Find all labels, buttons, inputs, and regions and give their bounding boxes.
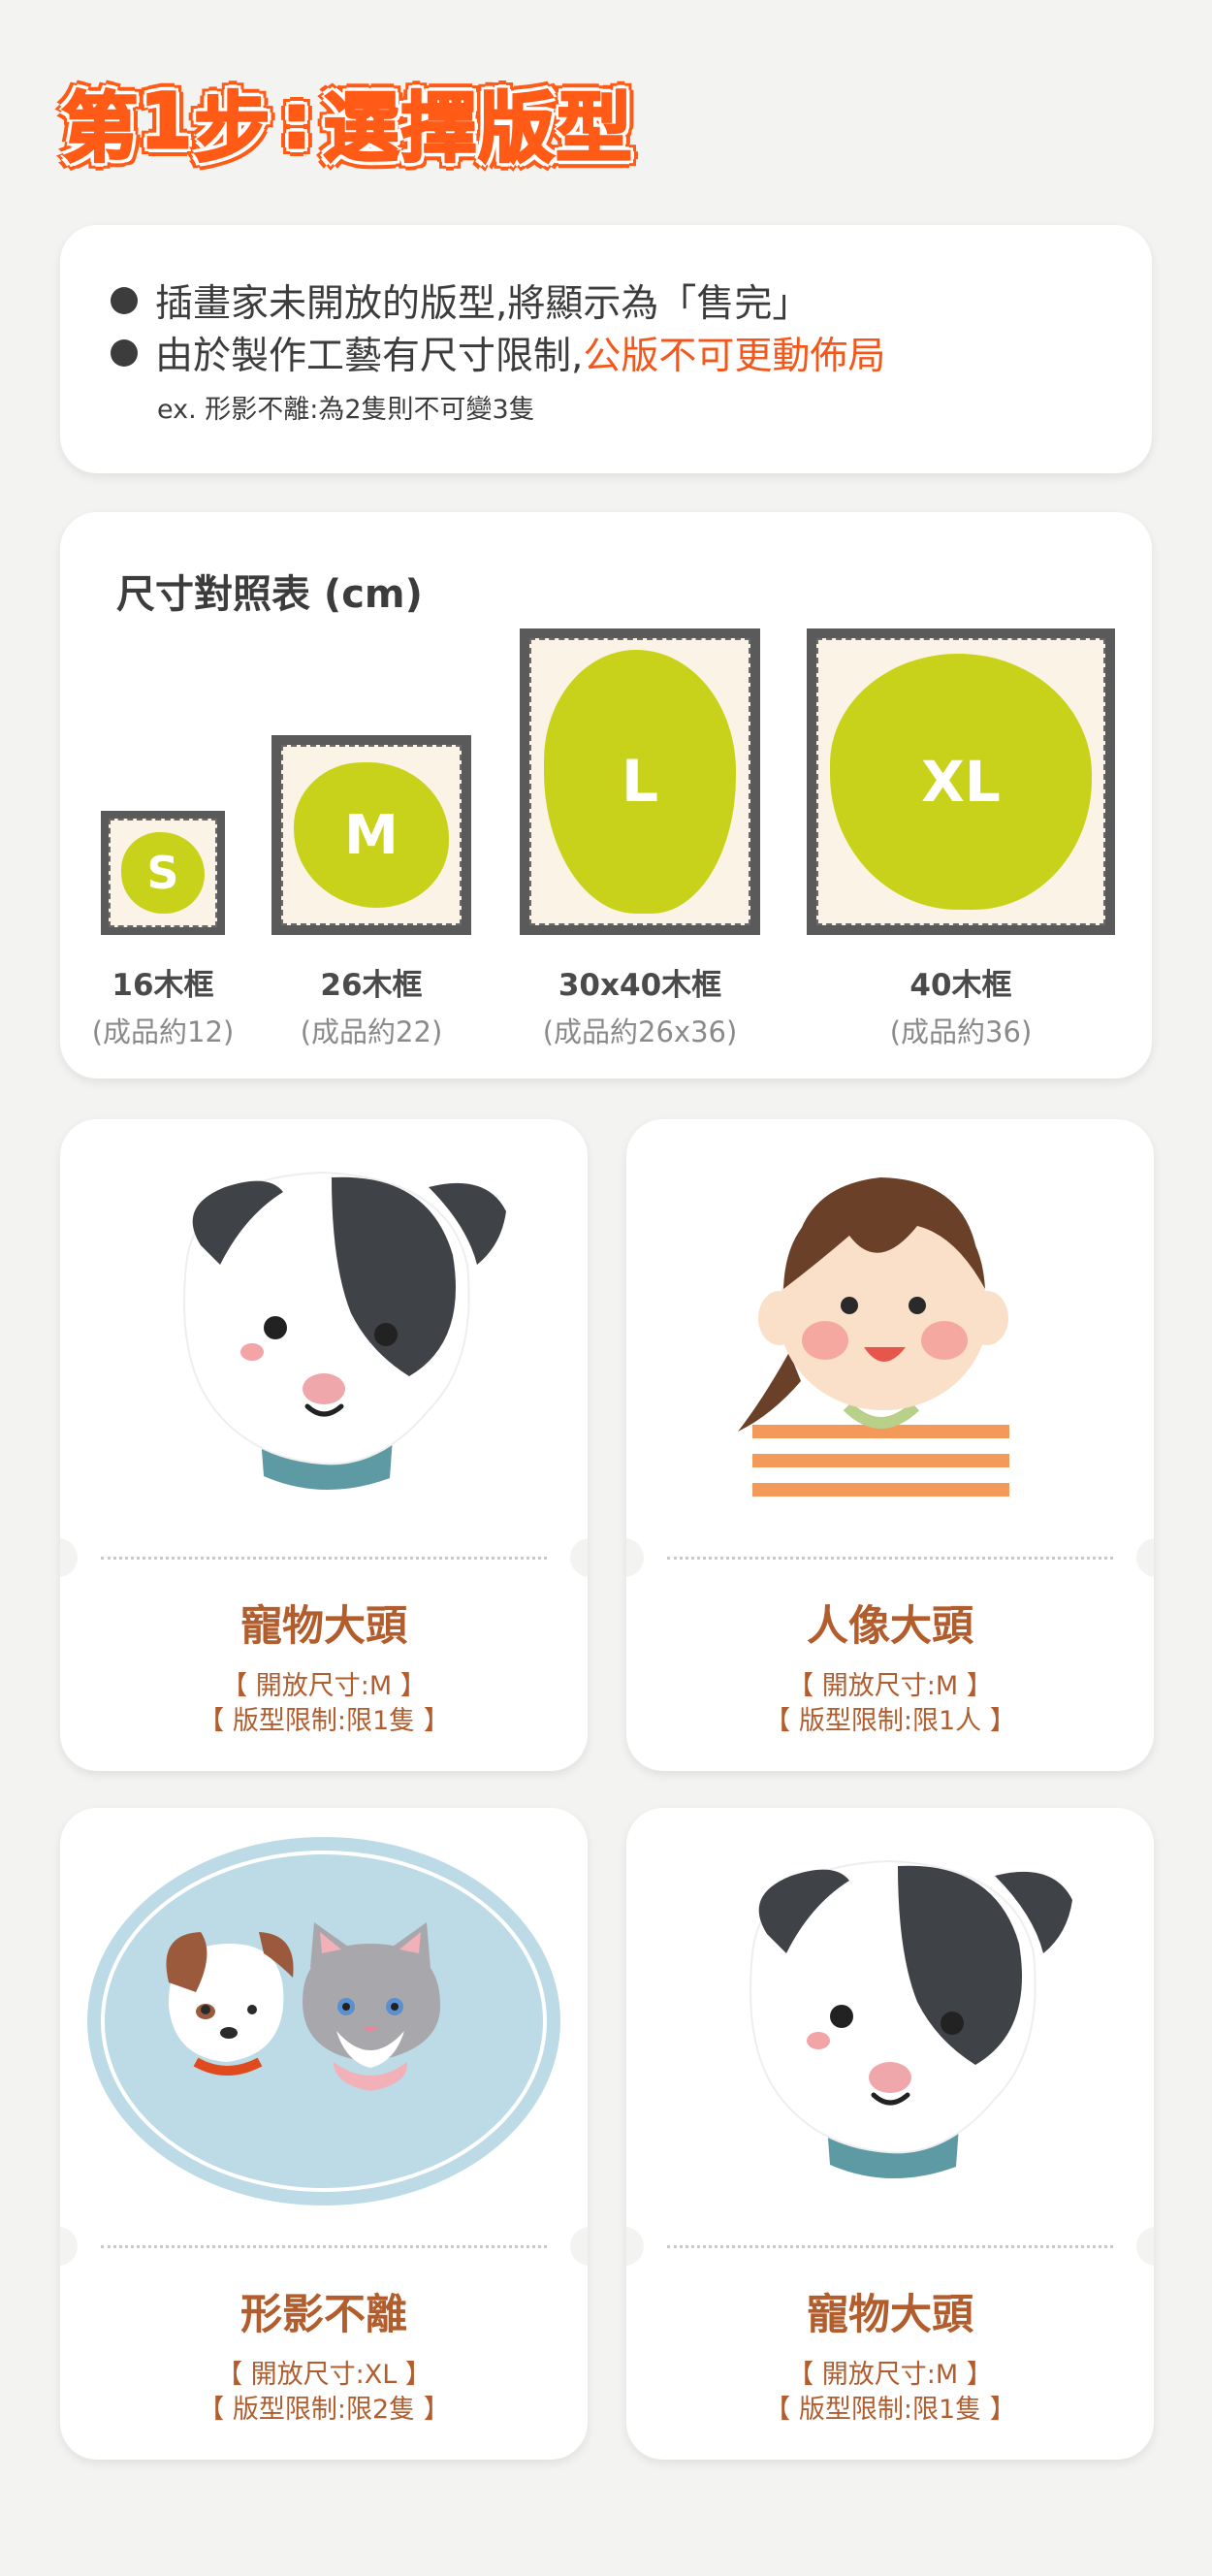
size-badge-s: S: [121, 832, 205, 914]
product-name: 寵物大頭: [807, 2291, 973, 2339]
frame-s: S: [101, 811, 225, 935]
title-number: 1: [139, 78, 195, 168]
title-text: 選擇版型: [322, 84, 634, 175]
note-layout-text: 由於製作工藝有尺寸限制,: [155, 335, 584, 378]
product-limit: 【 版型限制:限1人 】: [764, 1706, 1016, 1736]
note-layout: 由於製作工藝有尺寸限制, 公版不可更動佈局: [111, 326, 885, 380]
size-label-s: 16木框 (成品約12): [91, 968, 235, 1048]
divider: [101, 1557, 547, 1560]
title-step: 步: [193, 84, 272, 175]
note-soldout: 插畫家未開放的版型,將顯示為「售完」: [111, 274, 810, 328]
product-limit: 【 版型限制:限2隻 】: [198, 2395, 450, 2425]
girl-portrait-illustration: [738, 1177, 1009, 1527]
size-chart-card: 尺寸對照表 (cm) S M L XL 16木框 (成品約12) 26木框 (成…: [60, 512, 1152, 1079]
product-limit: 【 版型限制:限1隻 】: [764, 2395, 1016, 2425]
product-size: 【 開放尺寸:XL 】: [216, 2360, 431, 2390]
size-label-m: 26木框 (成品約22): [300, 968, 443, 1048]
product-name: 人像大頭: [807, 1602, 973, 1651]
size-chart-title: 尺寸對照表 (cm): [116, 572, 423, 617]
note-example: ex. 形影不離:為2隻則不可變3隻: [157, 395, 535, 425]
product-size: 【 開放尺寸:M 】: [787, 2360, 993, 2390]
title-prefix: 第: [60, 84, 141, 175]
product-card-pet-head-1[interactable]: 寵物大頭 【 開放尺寸:M 】 【 版型限制:限1隻 】: [60, 1119, 588, 1771]
size-badge-l: L: [544, 650, 736, 914]
dog-and-cat-oval-illustration: [87, 1837, 560, 2206]
dog-portrait-illustration: [750, 1859, 1072, 2179]
divider: [667, 2245, 1113, 2248]
product-size: 【 開放尺寸:M 】: [221, 1671, 427, 1701]
size-badge-xl: XL: [830, 654, 1092, 910]
bullet-icon: [111, 339, 138, 367]
frame-l: L: [520, 628, 760, 935]
frame-xl: XL: [807, 628, 1115, 935]
frame-m: M: [271, 735, 471, 935]
product-size: 【 開放尺寸:M 】: [787, 1671, 993, 1701]
size-badge-m: M: [294, 762, 449, 908]
product-name: 形影不離: [240, 2291, 407, 2339]
bullet-icon: [111, 287, 138, 314]
product-card-inseparable[interactable]: 形影不離 【 開放尺寸:XL 】 【 版型限制:限2隻 】: [60, 1808, 588, 2460]
product-limit: 【 版型限制:限1隻 】: [198, 1706, 450, 1736]
title-colon: :: [280, 78, 314, 168]
notes-card: 插畫家未開放的版型,將顯示為「售完」 由於製作工藝有尺寸限制, 公版不可更動佈局…: [60, 225, 1152, 473]
dog-portrait-illustration: [183, 1171, 506, 1491]
divider: [101, 2245, 547, 2248]
product-card-person-head[interactable]: 人像大頭 【 開放尺寸:M 】 【 版型限制:限1人 】: [626, 1119, 1154, 1771]
product-name: 寵物大頭: [240, 1602, 407, 1651]
size-label-l: 30x40木框 (成品約26x36): [542, 968, 738, 1048]
divider: [667, 1557, 1113, 1560]
page-title: 第 1 步 : 選擇版型: [60, 64, 634, 180]
size-label-xl: 40木框 (成品約36): [889, 968, 1033, 1048]
note-soldout-text: 插畫家未開放的版型,將顯示為「售完」: [155, 282, 811, 326]
note-layout-highlight: 公版不可更動佈局: [583, 335, 886, 378]
product-card-pet-head-2[interactable]: 寵物大頭 【 開放尺寸:M 】 【 版型限制:限1隻 】: [626, 1808, 1154, 2460]
